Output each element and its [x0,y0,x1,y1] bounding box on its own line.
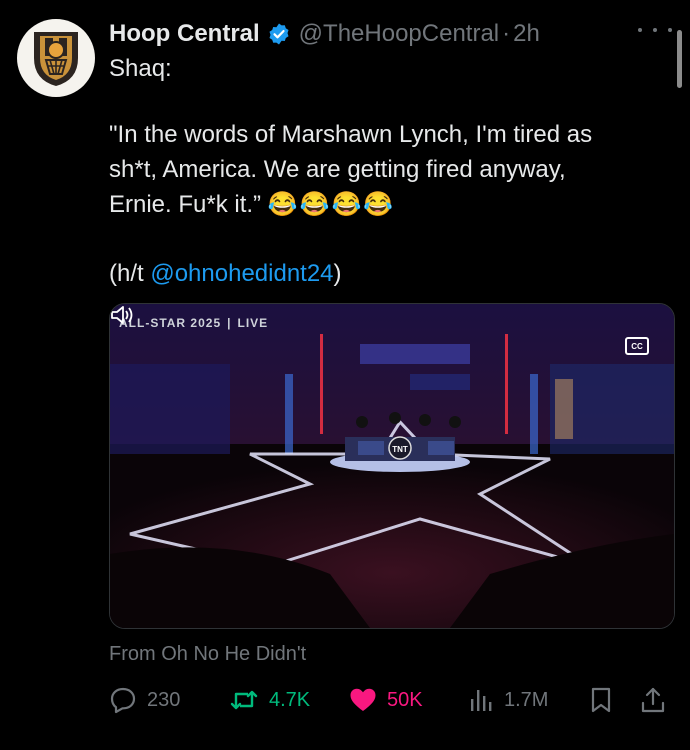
video-overlay-label: ALL-STAR 2025 | LIVE [119,316,268,330]
hat-tip-prefix: (h/t [109,260,151,287]
view-count: 1.7M [504,688,549,711]
tweet-text-line-1: Shaq: [109,55,172,82]
repost-count: 4.7K [269,688,311,711]
laughing-emoji-icon: 😂😂😂😂 [267,191,396,218]
live-badge: LIVE [237,316,269,330]
like-button[interactable]: 50K [349,680,423,720]
tweet-time[interactable]: 2h [513,20,540,48]
tweet-header: Hoop Central @TheHoopCentral · 2h [109,18,540,50]
reply-icon [110,687,136,714]
hat-tip-line: (h/t @ohnohedidnt24) [109,256,342,291]
author-name[interactable]: Hoop Central [109,20,260,48]
more-options-icon[interactable] [638,20,672,40]
tweet-text-line-4: Ernie. Fu*k it.” 😂😂😂😂 [109,187,395,222]
heart-icon [350,688,376,711]
tweet-text-line-3: sh*t, America. We are getting fired anyw… [109,156,566,183]
views-chart-icon [471,690,492,711]
time-separator: · [502,20,511,47]
verified-badge-icon [269,23,289,45]
tweet-text-line-2: "In the words of Marshawn Lynch, I'm tir… [109,121,593,148]
tweet-actions-bar: 230 4.7K 50K 1.7M [0,680,690,720]
video-player[interactable]: TNT ALL-STAR 2025 | LIVE CC [109,303,675,629]
mention-link[interactable]: @ohnohedidnt24 [150,260,333,287]
author-avatar[interactable] [17,19,95,97]
sound-muted-icon[interactable] [110,304,136,326]
video-frame: TNT [110,304,674,628]
desk-logo: TNT [392,445,408,454]
hoop-central-logo [34,32,78,86]
author-handle[interactable]: @TheHoopCentral [299,20,499,48]
video-source-attribution[interactable]: From Oh No He Didn't [109,643,306,666]
like-count: 50K [387,688,423,711]
tweet-text-quote-end: Ernie. Fu*k it.” [109,191,262,218]
overlay-divider: | [227,316,232,330]
scrollbar[interactable] [677,30,682,88]
hat-tip-suffix: ) [333,260,342,287]
reply-button[interactable]: 230 [109,680,180,720]
closed-captions-icon[interactable]: CC [625,337,649,355]
cc-label: CC [631,341,643,351]
share-icon[interactable] [640,686,666,714]
bookmark-icon[interactable] [590,687,612,713]
repost-button[interactable]: 4.7K [229,680,310,720]
repost-icon [230,690,258,710]
reply-count: 230 [147,688,181,711]
views-button[interactable]: 1.7M [468,680,548,720]
